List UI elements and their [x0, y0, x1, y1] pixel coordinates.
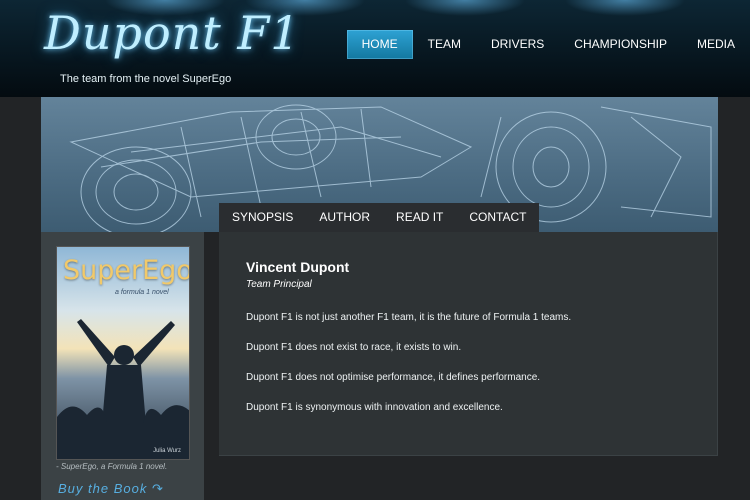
site-tagline: The team from the novel SuperEgo: [60, 73, 232, 85]
nav-item-home[interactable]: HOME: [346, 30, 413, 59]
nav-item-championship[interactable]: CHAMPIONSHIP: [559, 30, 682, 59]
book-cover-image[interactable]: SuperEgo a formula 1 novel Julia Wurz: [56, 246, 190, 460]
person-role: Team Principal: [246, 279, 312, 290]
tab-synopsis[interactable]: SYNOPSIS: [219, 203, 306, 232]
paragraph-3: Dupont F1 does not optimise performance,…: [246, 372, 541, 383]
sidebar: SuperEgo a formula 1 novel Julia Wurz - …: [41, 232, 204, 500]
site-header: Dupont F1 The team from the novel SuperE…: [0, 0, 750, 97]
tab-read-it[interactable]: READ IT: [383, 203, 456, 232]
site-logo[interactable]: Dupont F1: [44, 6, 301, 60]
nav-item-media[interactable]: MEDIA: [682, 30, 750, 59]
sub-nav: SYNOPSIS AUTHOR READ IT CONTACT: [219, 203, 540, 232]
cover-author: Julia Wurz: [153, 448, 181, 454]
paragraph-2: Dupont F1 does not exist to race, it exi…: [246, 342, 462, 353]
person-name: Vincent Dupont: [246, 259, 350, 275]
book-caption: - SuperEgo, a Formula 1 novel.: [56, 462, 168, 471]
buy-the-book-link[interactable]: Buy the Book ↷: [58, 481, 164, 497]
content-panel: Vincent Dupont Team Principal Dupont F1 …: [219, 232, 718, 456]
paragraph-4: Dupont F1 is synonymous with innovation …: [246, 402, 503, 413]
nav-item-team[interactable]: TEAM: [413, 30, 476, 59]
main-nav: HOME TEAM DRIVERS CHAMPIONSHIP MEDIA: [346, 30, 750, 59]
cover-title: SuperEgo: [63, 255, 190, 286]
cover-subtitle: a formula 1 novel: [115, 289, 169, 296]
nav-item-drivers[interactable]: DRIVERS: [476, 30, 559, 59]
paragraph-1: Dupont F1 is not just another F1 team, i…: [246, 312, 572, 323]
tab-contact[interactable]: CONTACT: [456, 203, 539, 232]
tab-author[interactable]: AUTHOR: [306, 203, 383, 232]
